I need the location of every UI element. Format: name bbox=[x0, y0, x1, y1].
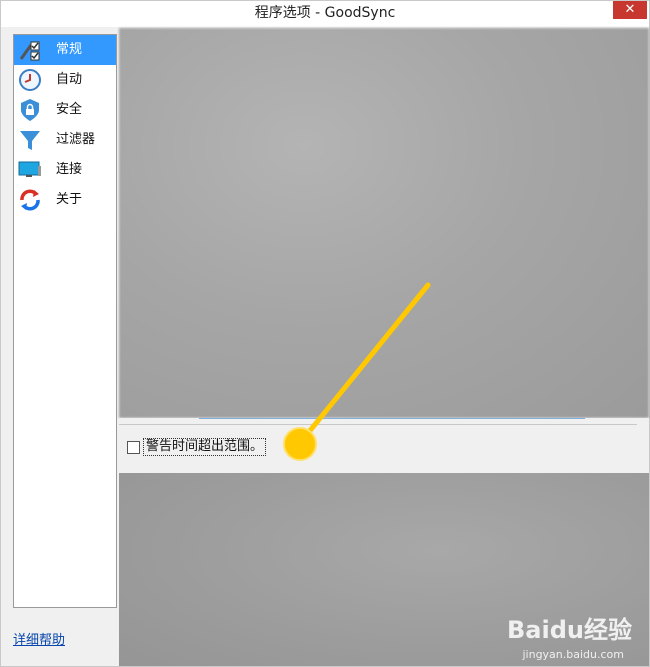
shield-lock-icon bbox=[21, 99, 39, 121]
blurred-content-area bbox=[119, 28, 649, 418]
sidebar-item-about[interactable]: 关于 bbox=[14, 185, 116, 215]
sidebar-item-label: 过滤器 bbox=[56, 132, 96, 147]
window-title: 程序选项 - GoodSync bbox=[254, 5, 396, 21]
options-sidebar: 常规 自动 安全 过滤器 连接 关于 bbox=[13, 34, 117, 608]
sidebar-item-filters[interactable]: 过滤器 bbox=[14, 125, 116, 155]
sidebar-item-label: 连接 bbox=[56, 162, 83, 177]
general-settings-icon bbox=[19, 41, 40, 61]
sidebar-item-label: 关于 bbox=[56, 192, 83, 207]
sync-icon bbox=[20, 189, 40, 211]
close-button[interactable]: ✕ bbox=[613, 1, 647, 19]
watermark-url: jingyan.baidu.com bbox=[522, 648, 624, 661]
detailed-help-link[interactable]: 详细帮助 bbox=[13, 629, 65, 648]
sidebar-item-connection[interactable]: 连接 bbox=[14, 155, 116, 185]
sidebar-item-label: 安全 bbox=[56, 102, 83, 117]
divider bbox=[119, 424, 637, 425]
sidebar-item-label: 自动 bbox=[56, 72, 83, 87]
sidebar-item-general[interactable]: 常规 bbox=[14, 35, 116, 65]
options-panel: 警告时间超出范围。 bbox=[119, 418, 649, 473]
sidebar-item-security[interactable]: 安全 bbox=[14, 95, 116, 125]
close-icon: ✕ bbox=[624, 2, 636, 17]
clock-icon bbox=[19, 69, 41, 91]
title-bar: 程序选项 - GoodSync ✕ bbox=[1, 1, 649, 27]
sidebar-item-auto[interactable]: 自动 bbox=[14, 65, 116, 95]
sidebar-item-label: 常规 bbox=[56, 42, 83, 57]
warn-time-checkbox-label[interactable]: 警告时间超出范围。 bbox=[143, 438, 267, 456]
divider bbox=[199, 418, 585, 419]
warn-time-checkbox[interactable] bbox=[127, 441, 140, 454]
watermark-logo: Baidu经验 bbox=[507, 616, 632, 644]
funnel-icon bbox=[20, 131, 40, 150]
options-window: 程序选项 - GoodSync ✕ 常规 自动 安全 过滤器 连接 关于 详细帮… bbox=[0, 0, 650, 667]
monitor-icon bbox=[18, 161, 41, 177]
